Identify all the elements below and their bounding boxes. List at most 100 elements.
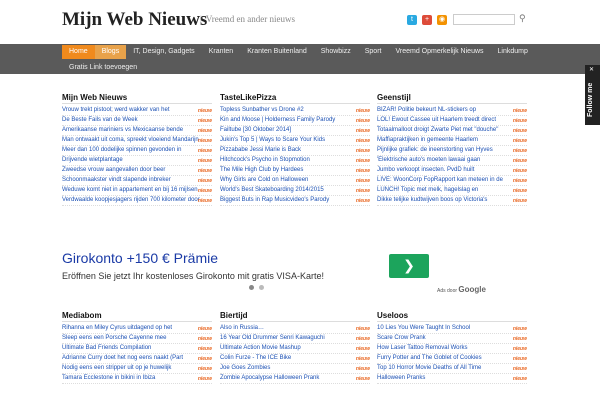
feed-item-link[interactable]: Maffiapraktijken in gemeente Haarlem [377,137,478,143]
feed-item[interactable]: Jukin's Top 5 | Ways to Scare Your Kids n… [220,136,370,146]
feed-item-link[interactable]: LIVE: WoonCorp FopRapport kan meteen in … [377,177,503,183]
nav-item[interactable]: Linkdump [491,45,535,59]
google-plus-icon[interactable]: + [422,15,432,25]
twitter-icon[interactable]: t [407,15,417,25]
feed-item-link[interactable]: World's Best Skateboarding 2014/2015 [220,187,324,193]
feed-item-link[interactable]: Man ontwaakt uit coma, spreekt vloeiend … [62,137,199,143]
rss-icon[interactable]: ◉ [437,15,447,25]
search-input[interactable] [453,14,515,25]
feed-item[interactable]: Rihanna en Miley Cyrus uitdagend op het n… [62,324,212,334]
feed-item[interactable]: Man ontwaakt uit coma, spreekt vloeiend … [62,136,212,146]
feed-item[interactable]: Adrianne Curry doet het nog eens naakt (… [62,354,212,364]
feed-item[interactable]: Maffiapraktijken in gemeente Haarlem nieu… [377,136,527,146]
feed-column-title[interactable]: Mediabom [62,311,212,322]
feed-item[interactable]: World's Best Skateboarding 2014/2015 nieu… [220,186,370,196]
feed-item-link[interactable]: Nodig eens een stripper uit op je huweli… [62,365,171,371]
feed-item-link[interactable]: Zweedse vrouw aangevallen door beer [62,167,165,173]
nav-item[interactable]: Showbizz [314,45,358,59]
feed-item[interactable]: Scare Crow Prank nieuw [377,334,527,344]
feed-item-link[interactable]: BIZAR! Politie bekeurt NL-stickers op [377,107,476,113]
feed-item-link[interactable]: Why Girls are Cold on Halloween [220,177,308,183]
feed-item[interactable]: Schoonmaakster vindt slapende inbreker ni… [62,176,212,186]
feed-item-link[interactable]: De Beste Fails van de Week [62,117,138,123]
close-icon[interactable]: ✕ [589,66,594,73]
feed-item-link[interactable]: 'Elektrische auto's moeten lawaai gaan [377,157,480,163]
feed-item[interactable]: Hitchcock's Psycho in Stopmotion nieuw [220,156,370,166]
feed-item[interactable]: Furry Potter and The Goblet of Cookies ni… [377,354,527,364]
nav-item[interactable]: Sport [358,45,389,59]
feed-item-link[interactable]: Weduwe komt niet in appartement en bij 1… [62,187,198,193]
feed-item-link[interactable]: Totaalmalloot droigt Zwarte Piet met "do… [377,127,498,133]
feed-item[interactable]: How Laser Tattoo Removal Works nieuw [377,344,527,354]
feed-item-link[interactable]: Jukin's Top 5 | Ways to Scare Your Kids [220,137,325,143]
nav-item[interactable]: IT, Design, Gadgets [126,45,201,59]
feed-item-link[interactable]: 16 Year Old Drummer Senri Kawaguchi [220,335,325,341]
feed-item-link[interactable]: Hitchcock's Psycho in Stopmotion [220,157,310,163]
carousel-dot[interactable] [259,285,264,290]
feed-item[interactable]: Jumbo verkoopt insecten. PvdD huilt nieuw [377,166,527,176]
feed-item[interactable]: De Beste Fails van de Week nieuw [62,116,212,126]
feed-item[interactable]: Tamara Ecclestone in bikini in Ibiza nieu… [62,374,212,384]
ad-attribution[interactable]: Ads door Google [437,285,486,294]
feed-item-link[interactable]: Jumbo verkoopt insecten. PvdD huilt [377,167,474,173]
feed-item[interactable]: Totaalmalloot droigt Zwarte Piet met "do… [377,126,527,136]
feed-item[interactable]: Sleep eens een Porsche Cayenne mee nieuw [62,334,212,344]
feed-item-link[interactable]: Top 10 Horror Movie Deaths of All Time [377,365,481,371]
feed-item-link[interactable]: Adrianne Curry doet het nog eens naakt (… [62,355,183,361]
feed-item-link[interactable]: Schoonmaakster vindt slapende inbreker [62,177,171,183]
feed-item[interactable]: 10 Lies You Were Taught In School nieuw [377,324,527,334]
feed-item[interactable]: Pizzababe Jessi Marie is Back nieuw [220,146,370,156]
nav-item[interactable]: Kranten [202,45,241,59]
feed-item[interactable]: Weduwe komt niet in appartement en bij 1… [62,186,212,196]
feed-item-link[interactable]: LOL! Ewout Cassee uit Haarlem treedt dir… [377,117,496,123]
feed-item[interactable]: Why Girls are Cold on Halloween nieuw [220,176,370,186]
nav-item[interactable]: Blogs [94,45,127,59]
feed-item-link[interactable]: Rihanna en Miley Cyrus uitdagend op het [62,325,172,331]
feed-item[interactable]: Joe Goes Zombies nieuw [220,364,370,374]
feed-item[interactable]: Also in Russia… nieuw [220,324,370,334]
feed-item-link[interactable]: Vrouw trekt pistool; werd wakker van het [62,107,170,113]
feed-column-title[interactable]: Mijn Web Nieuws [62,93,212,104]
nav-item-gratis-link[interactable]: Gratis Link toevoegen [62,61,144,75]
ad-open-button[interactable]: ❯ [389,254,429,278]
feed-item-link[interactable]: Also in Russia… [220,325,264,331]
feed-item-link[interactable]: LUNCH! Topic met melk, hagelslag en [377,187,478,193]
feed-item-link[interactable]: Sleep eens een Porsche Cayenne mee [62,335,166,341]
nav-item[interactable]: Kranten Buitenland [240,45,314,59]
ad-title[interactable]: Girokonto +150 € Prämie [62,250,218,266]
feed-column-title[interactable]: TasteLikePizza [220,93,370,104]
feed-item-link[interactable]: Amerikaanse mariniers vs Mexicaanse bend… [62,127,183,133]
feed-item[interactable]: Verdwaalde koopjesjagers rijden 700 kilo… [62,196,212,206]
nav-item[interactable]: Vreemd Opmerkelijk Nieuws [388,45,490,59]
ad-banner[interactable]: Girokonto +150 € Prämie Eröffnen Sie jet… [62,250,494,294]
carousel-dot[interactable] [249,285,254,290]
feed-item-link[interactable]: Ultimate Action Movie Mashup [220,345,301,351]
feed-column-title[interactable]: Geenstijl [377,93,527,104]
feed-item[interactable]: 'Elektrische auto's moeten lawaai gaan ni… [377,156,527,166]
feed-item-link[interactable]: Failtube [30 Oktober 2014] [220,127,291,133]
feed-item[interactable]: Ultimate Bad Friends Compilation nieuw [62,344,212,354]
feed-item[interactable]: Topless Sunbather vs Drone #2 nieuw [220,106,370,116]
site-title[interactable]: Mijn Web Nieuws [62,9,207,31]
feed-item[interactable]: LOL! Ewout Cassee uit Haarlem treedt dir… [377,116,527,126]
feed-item[interactable]: The Mile High Club by Hardees nieuw [220,166,370,176]
feed-item[interactable]: BIZAR! Politie bekeurt NL-stickers op nie… [377,106,527,116]
feed-item-link[interactable]: Scare Crow Prank [377,335,426,341]
feed-item[interactable]: Ultimate Action Movie Mashup nieuw [220,344,370,354]
feed-item-link[interactable]: Dikke telijke kudtwijven boos op Victori… [377,197,487,203]
feed-item-link[interactable]: Furry Potter and The Goblet of Cookies [377,355,482,361]
feed-item[interactable]: Zweedse vrouw aangevallen door beer nieuw [62,166,212,176]
feed-item-link[interactable]: Tamara Ecclestone in bikini in Ibiza [62,375,155,381]
feed-item[interactable]: Colin Furze - The ICE Bike nieuw [220,354,370,364]
follow-me-tab[interactable]: ✕ Follow me [585,65,600,125]
feed-item[interactable]: LUNCH! Topic met melk, hagelslag en nieuw [377,186,527,196]
feed-item[interactable]: Biggest Buts in Rap Musicvideo's Parody n… [220,196,370,206]
feed-item[interactable]: 16 Year Old Drummer Senri Kawaguchi nieuw [220,334,370,344]
feed-item[interactable]: Dikke telijke kudtwijven boos op Victori… [377,196,527,206]
search-icon[interactable]: ⚲ [519,13,526,24]
feed-item-link[interactable]: Drijvende wietplantage [62,157,123,163]
feed-item-link[interactable]: Pizzababe Jessi Marie is Back [220,147,301,153]
feed-item[interactable]: Pijnlijke grafiek: de ineenstorting van … [377,146,527,156]
feed-item[interactable]: Meer dan 100 dodelijke spinnen gevonden … [62,146,212,156]
feed-item-link[interactable]: Ultimate Bad Friends Compilation [62,345,151,351]
